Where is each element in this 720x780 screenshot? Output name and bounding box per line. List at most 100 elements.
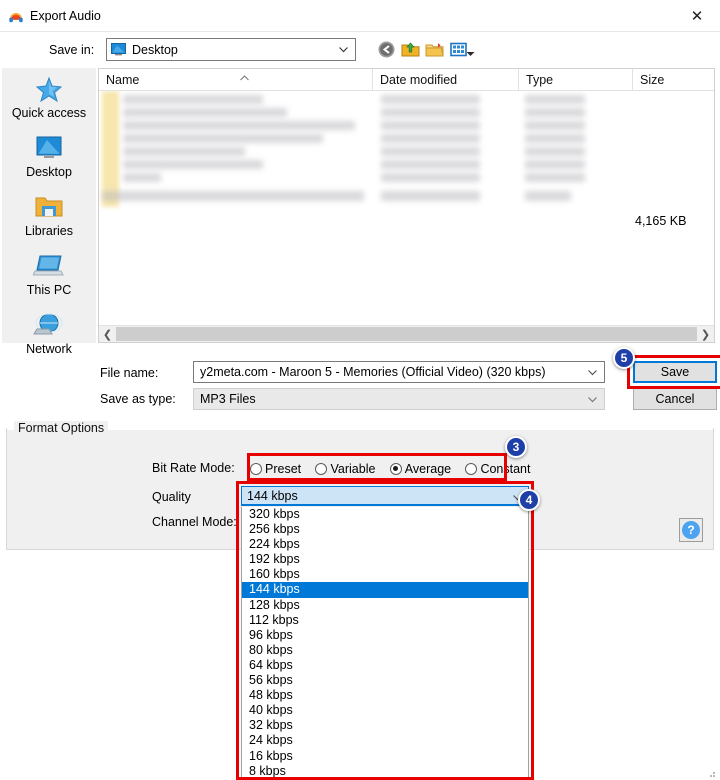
table-row[interactable]: [123, 134, 323, 143]
chevron-down-icon: [338, 44, 349, 55]
quality-option[interactable]: 144 kbps: [242, 582, 528, 597]
radio-dot-icon: [465, 463, 477, 475]
quality-option[interactable]: 160 kbps: [242, 567, 528, 582]
quality-option[interactable]: 96 kbps: [242, 628, 528, 643]
group-border-mask: [7, 421, 713, 430]
horizontal-scrollbar[interactable]: ❮ ❯: [99, 325, 714, 342]
sidebar-item-this-pc[interactable]: This PC: [2, 249, 96, 305]
radio-preset[interactable]: Preset: [250, 462, 301, 476]
table-row[interactable]: [102, 191, 364, 201]
table-cell-date: [381, 121, 480, 130]
radio-dot-icon: [250, 463, 262, 475]
step-badge-4: 4: [518, 489, 540, 511]
quality-option[interactable]: 112 kbps: [242, 613, 528, 628]
file-name-input[interactable]: y2meta.com - Maroon 5 - Memories (Offici…: [193, 361, 605, 383]
table-cell-size: 4,165 KB: [635, 214, 686, 228]
quality-option[interactable]: 256 kbps: [242, 522, 528, 537]
quality-option[interactable]: 56 kbps: [242, 673, 528, 688]
table-cell-date: [381, 160, 480, 169]
chevron-down-icon[interactable]: [587, 394, 598, 405]
chevron-down-icon[interactable]: [587, 367, 598, 378]
table-cell-date: [381, 147, 480, 156]
new-folder-icon[interactable]: [425, 40, 444, 59]
column-header-name[interactable]: Name: [99, 69, 373, 91]
question-mark-icon: ?: [682, 521, 700, 539]
ascending-caret-icon: [240, 70, 249, 76]
column-header-date-modified[interactable]: Date modified: [373, 69, 519, 91]
scroll-right-icon[interactable]: ❯: [697, 326, 714, 342]
table-cell-type: [525, 160, 585, 169]
quality-option[interactable]: 64 kbps: [242, 658, 528, 673]
step-badge-5: 5: [613, 347, 635, 369]
sidebar-item-label: This PC: [2, 283, 96, 297]
bit-rate-mode-group[interactable]: Preset Variable Average Constant: [250, 461, 541, 479]
table-row[interactable]: [123, 121, 355, 130]
close-icon[interactable]: ✕: [674, 0, 720, 31]
folder-icons-redacted: [102, 91, 119, 207]
bit-rate-mode-label: Bit Rate Mode:: [152, 461, 235, 475]
column-header-size[interactable]: Size: [633, 69, 716, 91]
back-icon[interactable]: [377, 40, 396, 59]
save-as-type-value: MP3 Files: [200, 392, 256, 407]
quality-option[interactable]: 128 kbps: [242, 598, 528, 613]
save-as-type-combo[interactable]: MP3 Files: [193, 388, 605, 410]
table-row[interactable]: [123, 160, 263, 169]
radio-variable[interactable]: Variable: [315, 462, 375, 476]
cancel-button[interactable]: Cancel: [633, 388, 717, 410]
radio-average[interactable]: Average: [390, 462, 451, 476]
step-badge-3: 3: [505, 436, 527, 458]
quality-option[interactable]: 192 kbps: [242, 552, 528, 567]
table-cell-type: [525, 147, 585, 156]
table-cell-date: [381, 134, 480, 143]
table-cell-date: [381, 173, 480, 182]
quality-option[interactable]: 224 kbps: [242, 537, 528, 552]
file-list-header: Name Date modified Type Size: [99, 69, 714, 91]
file-list-body[interactable]: 4,165 KB: [99, 91, 714, 325]
scrollbar-thumb[interactable]: [116, 327, 697, 341]
save-in-combo[interactable]: Desktop: [106, 38, 356, 61]
table-row[interactable]: [123, 108, 287, 117]
quality-option[interactable]: 8 kbps: [242, 764, 528, 779]
table-row[interactable]: [123, 95, 263, 104]
views-dropdown-caret-icon[interactable]: [466, 46, 475, 52]
resize-grip-icon[interactable]: [706, 767, 716, 777]
table-cell-date: [381, 95, 480, 104]
quality-option[interactable]: 80 kbps: [242, 643, 528, 658]
sidebar-item-network[interactable]: Network: [2, 308, 96, 364]
globe-network-icon: [2, 308, 96, 342]
quality-option[interactable]: 320 kbps: [242, 507, 528, 522]
quality-option[interactable]: 16 kbps: [242, 749, 528, 764]
laptop-icon: [2, 249, 96, 283]
help-button[interactable]: ?: [679, 518, 703, 542]
sidebar-item-label: Libraries: [2, 224, 96, 238]
sidebar-item-libraries[interactable]: Libraries: [2, 190, 96, 246]
quality-combo[interactable]: 144 kbps: [241, 486, 529, 506]
radio-constant[interactable]: Constant: [465, 462, 530, 476]
quality-option[interactable]: 48 kbps: [242, 688, 528, 703]
title-bar: Export Audio ✕: [0, 0, 720, 32]
up-folder-icon[interactable]: [401, 40, 420, 59]
quality-dropdown[interactable]: 320 kbps256 kbps224 kbps192 kbps160 kbps…: [241, 507, 529, 780]
window-title: Export Audio: [30, 8, 101, 24]
table-row[interactable]: [123, 173, 161, 182]
quality-option[interactable]: 24 kbps: [242, 733, 528, 748]
save-button[interactable]: Save: [633, 361, 717, 383]
places-bar: Quick access Desktop Libraries: [2, 68, 96, 343]
radio-dot-icon: [315, 463, 327, 475]
monitor-icon: [2, 131, 96, 165]
table-row[interactable]: [123, 147, 245, 156]
sidebar-item-desktop[interactable]: Desktop: [2, 131, 96, 187]
star-icon: [2, 72, 96, 106]
quality-option[interactable]: 32 kbps: [242, 718, 528, 733]
quality-option[interactable]: 40 kbps: [242, 703, 528, 718]
radio-label: Preset: [265, 462, 301, 476]
file-list[interactable]: Name Date modified Type Size: [98, 68, 715, 343]
quality-value: 144 kbps: [247, 489, 298, 503]
column-header-type[interactable]: Type: [519, 69, 633, 91]
table-cell-type: [525, 134, 585, 143]
sidebar-item-quick-access[interactable]: Quick access: [2, 72, 96, 128]
monitor-icon: [111, 43, 126, 56]
scroll-left-icon[interactable]: ❮: [99, 326, 116, 342]
headphones-icon: [8, 8, 24, 24]
radio-label: Variable: [330, 462, 375, 476]
